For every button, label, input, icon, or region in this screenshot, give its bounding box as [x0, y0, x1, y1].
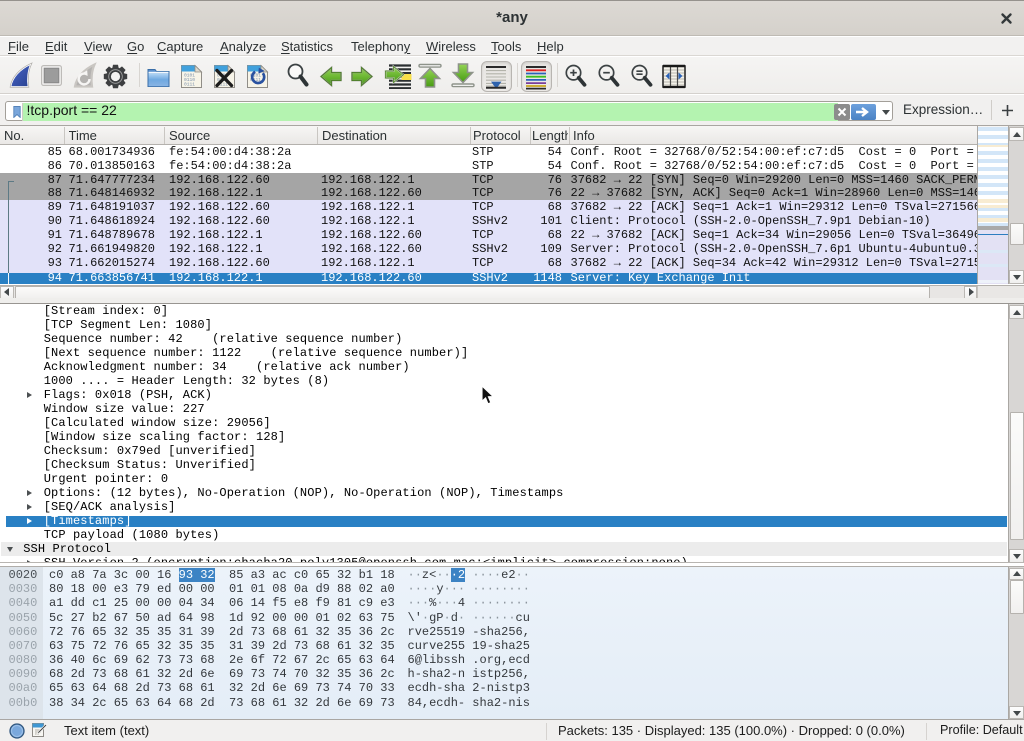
svg-text:0111: 0111 — [184, 81, 195, 87]
